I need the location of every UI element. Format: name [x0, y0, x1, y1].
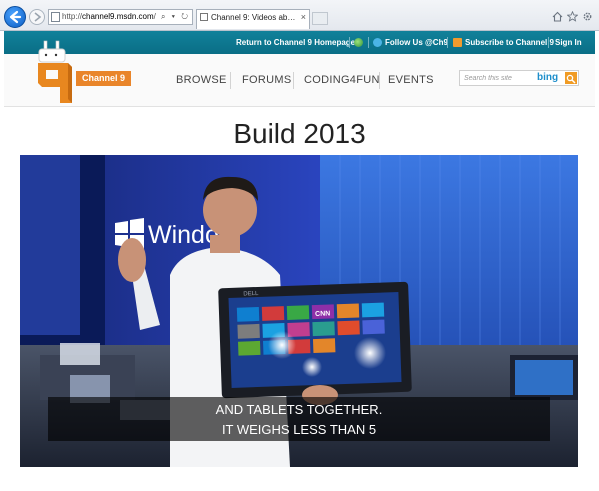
tab-channel9[interactable]: Channel 9: Videos about th... × — [196, 9, 310, 29]
new-tab-button[interactable] — [312, 12, 328, 25]
topbar-separator — [447, 37, 448, 48]
browser-toolbar: http://channel9.msdn.com/ ⌕ ▾ ↻ Channel … — [0, 0, 599, 31]
site-header: Channel 9 BROWSE FORUMS CODING4FUN EVENT… — [4, 40, 595, 107]
caption-line-2: IT WEIGHS LESS THAN 5 — [221, 422, 377, 437]
nav-coding4fun[interactable]: CODING4FUN — [304, 70, 380, 90]
tile-text: CNN — [315, 310, 330, 318]
settings-gear-icon[interactable] — [582, 11, 593, 22]
topbar-separator — [368, 37, 369, 48]
brand-badge[interactable]: Channel 9 — [76, 71, 131, 86]
subscribe-link[interactable]: Subscribe to Channel 9 — [465, 31, 554, 54]
site-favicon-icon — [200, 13, 208, 21]
forward-arrow-icon — [34, 12, 42, 22]
tablet-brand: DELL — [243, 291, 259, 298]
follow-link[interactable]: Follow Us @Ch9 — [385, 31, 448, 54]
video-player[interactable]: Windo CNN DELL AND TABLETS TOGETHER. IT … — [20, 155, 578, 467]
channel9-mascot-logo[interactable] — [34, 35, 79, 105]
search-input[interactable] — [462, 72, 534, 84]
caption-line-1: AND TABLETS TOGETHER. — [215, 402, 383, 417]
search-icon — [566, 74, 576, 84]
sign-in-link[interactable]: Sign In — [555, 31, 582, 54]
address-domain: channel9.msdn.com — [82, 12, 154, 21]
address-path: / — [153, 12, 156, 21]
home-icon[interactable] — [552, 11, 563, 22]
nav-forums[interactable]: FORUMS — [242, 70, 291, 90]
back-button[interactable] — [4, 6, 26, 28]
tab-title: Channel 9: Videos about th... — [211, 13, 297, 22]
homepage-link[interactable]: Return to Channel 9 Homepage — [236, 31, 355, 54]
back-arrow-icon — [9, 10, 22, 24]
tablet-device: CNN DELL — [218, 281, 412, 399]
search-button[interactable] — [565, 72, 577, 84]
nav-events[interactable]: EVENTS — [388, 70, 434, 90]
site-top-bar: Return to Channel 9 Homepage Follow Us @… — [4, 31, 595, 54]
page-icon — [51, 12, 60, 22]
address-scheme: http:// — [62, 12, 83, 21]
address-tools[interactable]: ⌕ ▾ ↻ — [161, 10, 190, 24]
address-bar[interactable]: http://channel9.msdn.com/ ⌕ ▾ ↻ — [48, 9, 193, 25]
forward-button[interactable] — [29, 9, 45, 25]
nav-divider — [230, 72, 231, 89]
bing-logo: bing — [537, 72, 559, 83]
topbar-separator — [349, 37, 350, 48]
page-bottom-area — [0, 468, 599, 491]
twitter-bird-icon — [373, 38, 382, 47]
topbar-separator — [548, 37, 549, 48]
site-search: bing — [459, 70, 579, 86]
tab-close-icon[interactable]: × — [301, 10, 306, 25]
favorites-star-icon[interactable] — [567, 11, 578, 22]
page-title: Build 2013 — [233, 118, 366, 149]
rss-icon — [453, 38, 462, 47]
nav-browse[interactable]: BROWSE — [176, 70, 227, 90]
video-caption: AND TABLETS TOGETHER. IT WEIGHS LESS THA… — [48, 397, 550, 441]
nav-divider — [293, 72, 294, 89]
globe-icon[interactable] — [354, 38, 363, 47]
nav-divider — [379, 72, 380, 89]
